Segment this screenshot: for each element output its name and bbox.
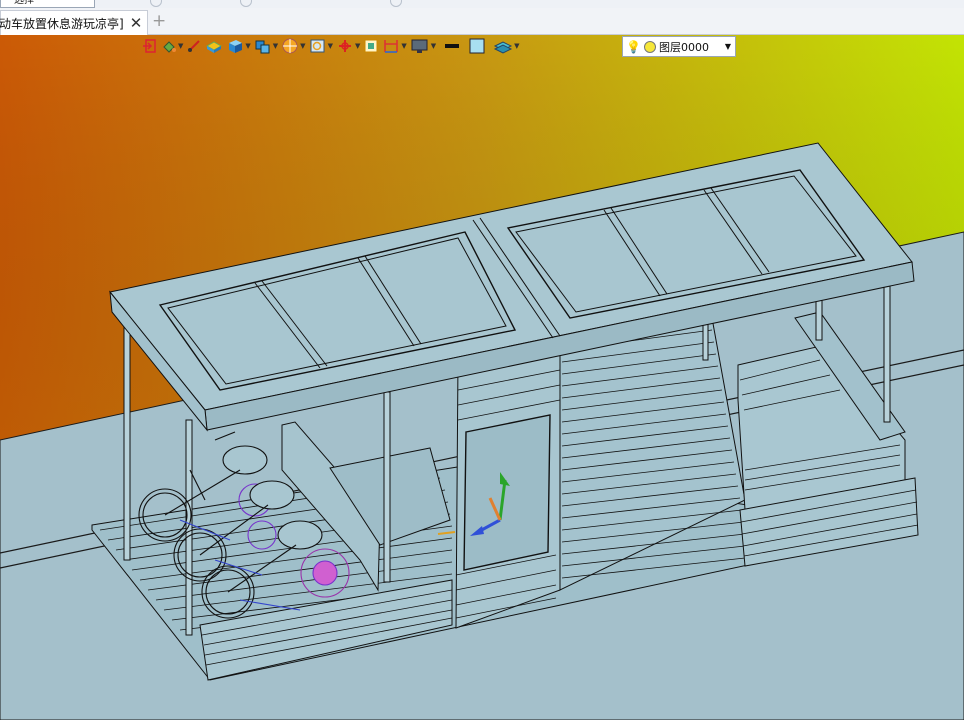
chevron-down-icon[interactable]: ▼ (725, 42, 731, 51)
display-monitor-icon (411, 39, 428, 53)
cube-icon (229, 40, 243, 53)
frame-button[interactable] (363, 36, 379, 56)
render-sphere-icon (282, 38, 298, 54)
close-icon[interactable]: ✕ (130, 14, 143, 32)
redo-icon[interactable] (390, 0, 402, 7)
history-icon[interactable] (150, 0, 162, 7)
line-tool-icon (188, 40, 201, 52)
layer-name: 图层0000 (658, 40, 709, 54)
fill-color-button[interactable] (468, 36, 486, 56)
display-button[interactable]: ▼ (410, 36, 436, 56)
3d-viewport[interactable] (0, 35, 964, 720)
line-color-button[interactable] (443, 36, 461, 56)
render-button[interactable]: ▼ (281, 36, 306, 56)
cube-tool-button[interactable]: ▼ (226, 36, 251, 56)
zoom-view-button[interactable]: ▼ (309, 36, 333, 56)
exit-icon (143, 39, 156, 53)
undo-icon[interactable] (240, 0, 252, 7)
lightbulb-icon[interactable]: 💡 (626, 40, 641, 54)
line-color-icon (445, 44, 460, 48)
selection-dropdown[interactable]: 一选择 (0, 0, 95, 8)
document-tab[interactable]: 动车放置休息游玩凉亭] ✕ (0, 10, 148, 35)
pavilion-model-canvas[interactable] (0, 35, 964, 720)
zoom-view-icon (310, 39, 325, 53)
top-menu-strip: 一选择 (0, 0, 964, 8)
view-toolbar: ▼ ▼ ▼ ▼ ▼ ▼ ▼ ▼ ▼ (142, 36, 520, 56)
layer-color-icon (643, 40, 656, 53)
paint-bucket-icon (163, 41, 176, 53)
layer-stack-button[interactable]: ▼ (493, 36, 520, 56)
block-icon (206, 41, 223, 53)
axis-icon (338, 40, 351, 52)
multi-cube-button[interactable]: ▼ (254, 36, 278, 56)
multi-cube-icon (255, 40, 270, 54)
dimension-icon (384, 40, 399, 53)
fill-color-icon (469, 38, 485, 54)
document-tab-title: 动车放置休息游玩凉亭] (0, 16, 124, 31)
layer-stack-icon (494, 41, 513, 54)
axis-button[interactable]: ▼ (336, 36, 360, 56)
line-tool-button[interactable] (186, 36, 202, 56)
new-tab-button[interactable]: + (152, 11, 166, 31)
frame-icon (364, 39, 378, 53)
block-tool-button[interactable] (205, 36, 223, 56)
exit-button[interactable] (142, 36, 158, 56)
document-tab-bar: 动车放置休息游玩凉亭] ✕ + (0, 8, 964, 35)
paint-tool-button[interactable]: ▼ (161, 36, 183, 56)
layer-selector[interactable]: 💡 图层0000 ▼ (622, 36, 736, 57)
dimension-button[interactable]: ▼ (382, 36, 407, 56)
